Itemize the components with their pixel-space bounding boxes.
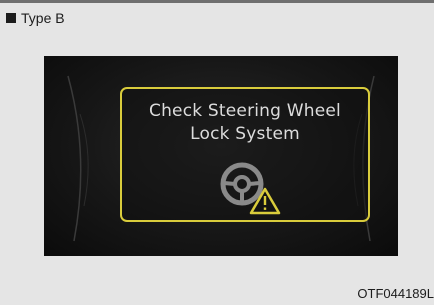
instrument-cluster-display: Check Steering Wheel Lock System: [44, 56, 398, 256]
top-rule: [0, 0, 434, 3]
section-heading: Type B: [6, 8, 65, 28]
warning-message-line1: Check Steering Wheel: [149, 101, 341, 121]
figure-code: OTF044189L: [357, 286, 434, 301]
steering-wheel-icon: [220, 162, 264, 206]
warning-message-line2: Lock System: [190, 124, 300, 144]
steering-lock-indicator: [212, 157, 282, 217]
warning-triangle-icon: [249, 187, 281, 215]
square-bullet-icon: [6, 13, 16, 23]
warning-message-panel: Check Steering Wheel Lock System: [120, 87, 370, 222]
heading-label: Type B: [21, 10, 65, 26]
